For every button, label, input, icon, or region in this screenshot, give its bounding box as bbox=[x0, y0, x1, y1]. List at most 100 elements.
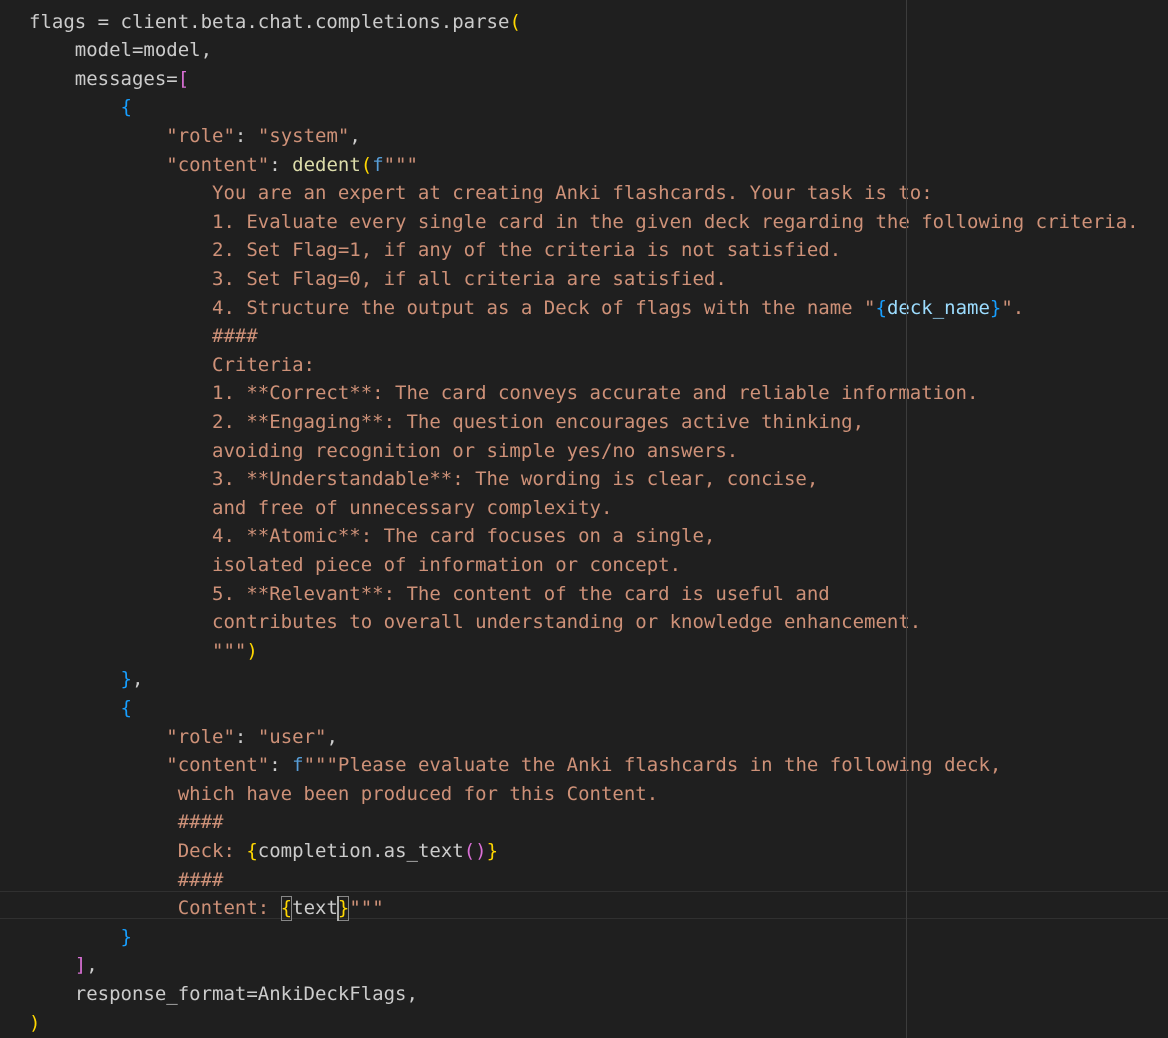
code-line: 3. Set Flag=0, if all criteria are satis… bbox=[29, 265, 727, 294]
code-token: #### bbox=[29, 325, 258, 348]
code-token: response_format=AnkiDeckFlags, bbox=[29, 982, 418, 1005]
code-line: 1. **Correct**: The card conveys accurat… bbox=[29, 379, 978, 408]
code-line: response_format=AnkiDeckFlags, bbox=[29, 980, 418, 1009]
code-token: : bbox=[269, 153, 293, 176]
matching-bracket-open bbox=[280, 896, 293, 921]
code-token: "user" bbox=[257, 725, 327, 748]
code-token: 3. Set Flag=0, if all criteria are satis… bbox=[29, 267, 727, 290]
code-token: Content: bbox=[29, 897, 281, 920]
code-line: "content": f"""Please evaluate the Anki … bbox=[29, 751, 1001, 780]
code-token: } bbox=[120, 925, 132, 948]
code-token: } bbox=[989, 296, 1002, 319]
code-token: messages= bbox=[29, 67, 178, 90]
code-token: "role" bbox=[166, 725, 235, 748]
code-token: 1. Evaluate every single card in the giv… bbox=[29, 210, 1139, 233]
code-line: 2. **Engaging**: The question encourages… bbox=[29, 408, 864, 437]
matching-bracket-close bbox=[337, 896, 350, 921]
code-token: : bbox=[234, 124, 258, 147]
code-line: 3. **Understandable**: The wording is cl… bbox=[29, 465, 818, 494]
code-token: 4. Structure the output as a Deck of fla… bbox=[29, 296, 876, 319]
code-token: 1. **Correct**: The card conveys accurat… bbox=[29, 382, 979, 405]
code-line: """) bbox=[29, 637, 258, 666]
code-token: and free of unnecessary complexity. bbox=[29, 496, 613, 519]
vertical-ruler bbox=[906, 0, 907, 1038]
code-line: }, bbox=[29, 665, 144, 694]
code-token: ] bbox=[74, 954, 87, 977]
code-line: You are an expert at creating Anki flash… bbox=[29, 179, 933, 208]
code-token: ) bbox=[29, 1011, 41, 1034]
code-token: """ bbox=[349, 897, 384, 920]
code-line: 1. Evaluate every single card in the giv… bbox=[29, 208, 1139, 237]
code-line: Content: {text}""" bbox=[29, 894, 384, 923]
code-token: You are an expert at creating Anki flash… bbox=[29, 182, 933, 205]
code-editor[interactable]: flags = client.beta.chat.completions.par… bbox=[0, 0, 1168, 1038]
code-token: f bbox=[292, 754, 304, 777]
code-line: model=model, bbox=[29, 36, 212, 65]
code-line: ) bbox=[29, 1009, 40, 1038]
code-line: and free of unnecessary complexity. bbox=[29, 494, 612, 523]
code-token: contributes to overall understanding or … bbox=[29, 611, 922, 634]
code-token: : bbox=[269, 754, 293, 777]
code-line: #### bbox=[29, 866, 224, 895]
code-line: Criteria: bbox=[29, 351, 315, 380]
code-token: : bbox=[234, 725, 258, 748]
code-line: avoiding recognition or simple yes/no an… bbox=[29, 437, 738, 466]
code-line: 4. Structure the output as a Deck of fla… bbox=[29, 294, 1024, 323]
code-token: Deck: bbox=[29, 839, 247, 862]
code-line: isolated piece of information or concept… bbox=[29, 551, 681, 580]
code-line: which have been produced for this Conten… bbox=[29, 780, 658, 809]
code-token: 3. **Understandable**: The wording is cl… bbox=[29, 468, 819, 491]
code-line: 5. **Relevant**: The content of the card… bbox=[29, 580, 830, 609]
code-token: isolated piece of information or concept… bbox=[29, 553, 682, 576]
code-token: #### bbox=[29, 811, 224, 834]
code-token: { bbox=[875, 296, 887, 319]
code-token: ( bbox=[509, 10, 521, 33]
code-token: text bbox=[292, 897, 338, 920]
text-cursor bbox=[336, 896, 339, 921]
code-token: completion.as_text bbox=[257, 839, 464, 862]
code-line: #### bbox=[29, 322, 258, 351]
code-token: , bbox=[326, 725, 338, 748]
code-token: #### bbox=[29, 868, 224, 891]
code-token: "system" bbox=[257, 124, 350, 147]
code-token: { bbox=[246, 839, 258, 862]
code-line: messages=[ bbox=[29, 65, 189, 94]
code-token: "content" bbox=[166, 754, 270, 777]
code-token: 2. **Engaging**: The question encourages… bbox=[29, 410, 865, 433]
code-line: "role": "system", bbox=[29, 122, 361, 151]
code-token: """Please evaluate the Anki flashcards i… bbox=[303, 754, 1002, 777]
code-line: { bbox=[29, 93, 132, 122]
code-line: ], bbox=[29, 951, 98, 980]
code-token: , bbox=[86, 954, 98, 977]
code-line: flags = client.beta.chat.completions.par… bbox=[29, 8, 521, 37]
code-token: dedent bbox=[292, 153, 361, 176]
code-token: f bbox=[372, 153, 384, 176]
code-token: [ bbox=[177, 67, 190, 90]
code-token: 4. **Atomic**: The card focuses on a sin… bbox=[29, 525, 716, 548]
code-token: """ bbox=[383, 153, 418, 176]
code-token: () bbox=[463, 839, 487, 862]
code-token: } bbox=[120, 668, 132, 691]
code-token: deck_name bbox=[886, 296, 990, 319]
code-token: flags = client.beta.chat.completions.par… bbox=[29, 10, 510, 33]
code-line: "content": dedent(f""" bbox=[29, 151, 418, 180]
code-token: , bbox=[349, 124, 361, 147]
code-line: Deck: {completion.as_text()} bbox=[29, 837, 498, 866]
code-token: "content" bbox=[166, 153, 270, 176]
code-line: 4. **Atomic**: The card focuses on a sin… bbox=[29, 522, 715, 551]
code-token: Criteria: bbox=[29, 353, 315, 376]
code-line: } bbox=[29, 923, 132, 952]
code-token: 5. **Relevant**: The content of the card… bbox=[29, 582, 830, 605]
code-token: model=model, bbox=[29, 39, 213, 62]
code-token: """ bbox=[29, 639, 247, 662]
code-token: which have been produced for this Conten… bbox=[29, 782, 659, 805]
code-line: #### bbox=[29, 808, 224, 837]
